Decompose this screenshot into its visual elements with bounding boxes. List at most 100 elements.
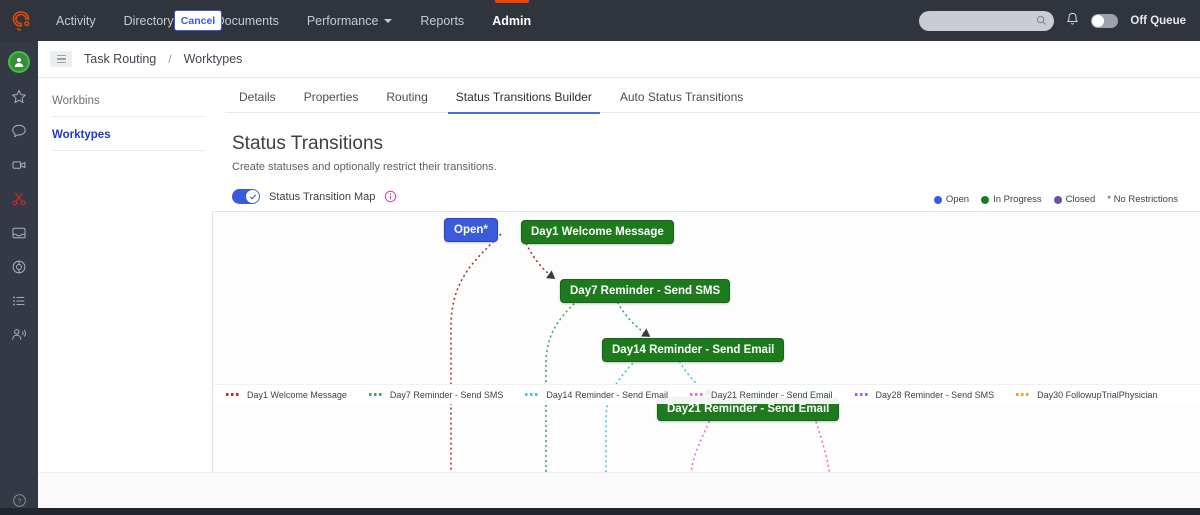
legend-swatch	[934, 196, 942, 204]
sidebar-item-workbins[interactable]: Workbins	[52, 92, 205, 117]
nav-item-label: Activity	[56, 14, 96, 28]
avatar[interactable]	[8, 51, 30, 73]
edge-legend-label: Day14 Reminder - Send Email	[546, 390, 668, 400]
legend-swatch	[981, 196, 989, 204]
worktype-content: Details Properties Routing Status Transi…	[205, 78, 1200, 508]
breadcrumb-root[interactable]: Task Routing	[84, 52, 156, 66]
edge-legend-swatch	[855, 393, 870, 396]
edge-legend-swatch	[1016, 393, 1031, 396]
edge-legend-item-day7: Day7 Reminder - Send SMS	[369, 390, 504, 400]
node-label: Open*	[454, 224, 488, 236]
tab-routing[interactable]: Routing	[372, 86, 441, 113]
video-camera-icon[interactable]	[9, 155, 29, 175]
node-day7-reminder-send-sms[interactable]: Day7 Reminder - Send SMS	[560, 279, 730, 303]
status-legend: Open In Progress Closed * No Restriction…	[934, 194, 1178, 205]
search-icon	[1036, 15, 1047, 26]
application-window: Activity Directory Documents Performance…	[0, 0, 1200, 515]
edge-legend-item-day21: Day21 Reminder - Send Email	[690, 390, 833, 400]
legend-label: In Progress	[993, 194, 1042, 205]
chat-bubble-icon[interactable]	[9, 121, 29, 141]
tab-label: Auto Status Transitions	[620, 90, 743, 104]
edge-legend-item-day14: Day14 Reminder - Send Email	[525, 390, 668, 400]
window-bottom-frame	[0, 508, 1200, 515]
edge-legend-label: Day7 Reminder - Send SMS	[390, 390, 504, 400]
scissors-icon[interactable]	[9, 189, 29, 209]
search-input[interactable]	[919, 11, 1054, 31]
node-day14-reminder-send-email[interactable]: Day14 Reminder - Send Email	[602, 338, 784, 362]
status-transition-map-canvas[interactable]: Open* Day1 Welcome Message Day7 Reminder…	[212, 211, 1200, 511]
edge-legend-label: Day21 Reminder - Send Email	[711, 390, 833, 400]
node-label: Day21 Reminder - Send Email	[667, 403, 829, 415]
nav-item-activity[interactable]: Activity	[42, 0, 110, 41]
info-circle-icon[interactable]	[384, 190, 397, 203]
toggle-knob	[246, 190, 259, 203]
nav-item-label: Admin	[492, 14, 531, 28]
edge-legend-item-day1: Day1 Welcome Message	[226, 390, 347, 400]
edge-legend-label: Day30 FollowupTrialPhysician	[1037, 390, 1157, 400]
legend-label: Closed	[1066, 194, 1096, 205]
edge-legend-swatch	[525, 393, 540, 396]
inbox-icon[interactable]	[9, 223, 29, 243]
node-label: Day1 Welcome Message	[531, 226, 664, 238]
edge-legend-label: Day28 Reminder - Send SMS	[876, 390, 995, 400]
page-title: Status Transitions	[232, 133, 1200, 155]
sidebar-item-label: Worktypes	[52, 129, 111, 141]
nav-item-admin[interactable]: Admin	[478, 0, 545, 41]
toggle-knob	[1092, 15, 1104, 27]
nav-item-performance[interactable]: Performance	[293, 0, 407, 41]
tab-bar: Details Properties Routing Status Transi…	[225, 78, 1200, 113]
legend-item-no-restrictions: * No Restrictions	[1107, 194, 1178, 205]
legend-item-in-progress: In Progress	[981, 194, 1042, 205]
edge-legend: Day1 Welcome Message Day7 Reminder - Sen…	[214, 384, 1200, 404]
tab-label: Properties	[304, 90, 359, 104]
top-nav-right-group: Off Queue	[919, 11, 1200, 31]
tab-details[interactable]: Details	[225, 86, 290, 113]
sidebar-item-label: Workbins	[52, 95, 100, 107]
hamburger-icon[interactable]	[50, 51, 72, 67]
svg-text:?: ?	[17, 497, 21, 506]
genesys-logo-icon[interactable]	[0, 11, 42, 31]
breadcrumb-current[interactable]: Worktypes	[184, 52, 243, 66]
star-icon[interactable]	[9, 87, 29, 107]
tab-status-transitions-builder[interactable]: Status Transitions Builder	[442, 86, 606, 113]
panel-body: Workbins Worktypes Details Properties Ro…	[38, 78, 1200, 508]
edge-legend-swatch	[690, 393, 705, 396]
nav-item-label: Performance	[307, 14, 379, 28]
check-icon	[249, 193, 257, 201]
cancel-button[interactable]: Cancel	[174, 10, 222, 31]
breadcrumb: Task Routing / Worktypes	[38, 41, 1200, 78]
off-queue-toggle[interactable]	[1091, 14, 1118, 28]
node-label: Day7 Reminder - Send SMS	[570, 285, 720, 297]
legend-label: Open	[946, 194, 969, 205]
off-queue-label: Off Queue	[1130, 15, 1186, 27]
node-day1-welcome-message[interactable]: Day1 Welcome Message	[521, 220, 674, 244]
sidebar-item-worktypes[interactable]: Worktypes	[52, 126, 205, 151]
primary-nav-items: Activity Directory Documents Performance…	[42, 0, 545, 41]
node-open[interactable]: Open*	[444, 218, 498, 242]
legend-item-open: Open	[934, 194, 969, 205]
people-voice-icon[interactable]	[9, 325, 29, 345]
edge-legend-item-day30: Day30 FollowupTrialPhysician	[1016, 390, 1157, 400]
nav-item-label: Directory	[124, 14, 174, 28]
tab-label: Details	[239, 90, 276, 104]
lifebuoy-icon[interactable]	[9, 257, 29, 277]
node-label: Day14 Reminder - Send Email	[612, 344, 774, 356]
legend-label: * No Restrictions	[1107, 194, 1178, 205]
nav-item-reports[interactable]: Reports	[406, 0, 478, 41]
nav-item-label: Reports	[420, 14, 464, 28]
edge-legend-swatch	[369, 393, 384, 396]
nav-item-label: Documents	[216, 14, 279, 28]
list-icon[interactable]	[9, 291, 29, 311]
tab-label: Status Transitions Builder	[456, 90, 592, 104]
tab-auto-status-transitions[interactable]: Auto Status Transitions	[606, 86, 757, 113]
tab-label: Routing	[386, 90, 427, 104]
tab-properties[interactable]: Properties	[290, 86, 373, 113]
chevron-down-icon	[384, 19, 392, 23]
legend-swatch	[1054, 196, 1062, 204]
breadcrumb-separator: /	[168, 52, 171, 66]
status-transition-map-toggle[interactable]	[232, 189, 260, 204]
legend-item-closed: Closed	[1054, 194, 1096, 205]
bell-icon[interactable]	[1066, 12, 1079, 29]
main-content-area: Task Routing / Worktypes Workbins Workty…	[38, 41, 1200, 508]
page-subtitle: Create statuses and optionally restrict …	[232, 161, 1200, 173]
